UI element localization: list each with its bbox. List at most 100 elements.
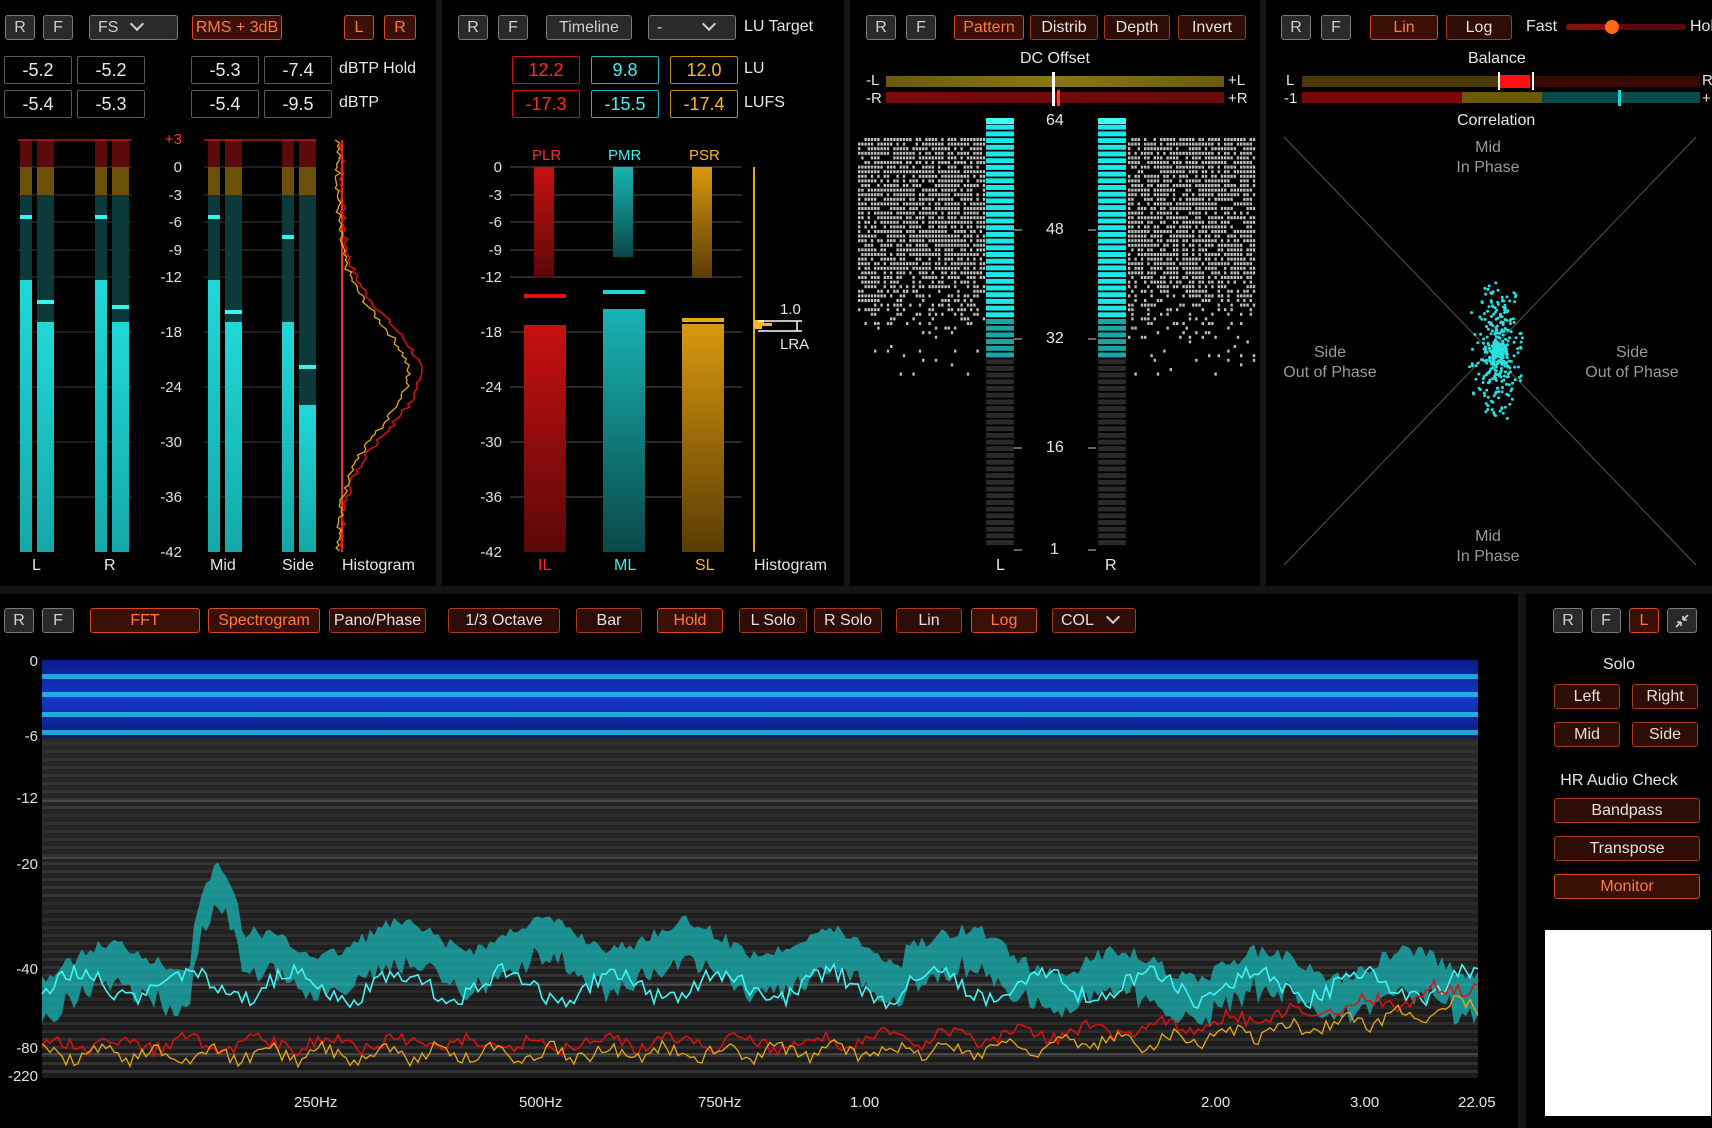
bit-dot: [915, 294, 918, 298]
bit-dot: [970, 308, 973, 312]
bit-dot: [1185, 174, 1188, 178]
bit-dot: [954, 220, 957, 224]
bit-dot: [928, 179, 931, 183]
bit-dot: [1195, 225, 1198, 229]
bit-dot: [893, 207, 896, 210]
bit-dot: [957, 257, 960, 261]
bit-dot: [1233, 276, 1236, 279]
bit-dot: [893, 156, 896, 160]
bit-dot: [1208, 179, 1211, 183]
bit-dot: [1198, 138, 1201, 141]
bit-dot: [922, 188, 925, 192]
bit-dot: [950, 138, 954, 141]
bit-dot: [973, 151, 976, 155]
bit-dot: [944, 188, 947, 192]
bit-dot: [1192, 280, 1195, 284]
freeze-button[interactable]: F: [1591, 608, 1621, 633]
bit-dot: [1195, 257, 1198, 261]
bit-dot: [1147, 220, 1150, 224]
bit-dot: [925, 165, 928, 169]
bit-dot: [950, 225, 954, 229]
bit-dot: [899, 197, 902, 201]
bit-dot: [1134, 193, 1137, 197]
bit-dot: [970, 207, 973, 210]
bit-dot: [1246, 294, 1249, 298]
bit-dot: [966, 317, 970, 321]
vector-dot: [1513, 300, 1517, 304]
bit-segment: [1098, 198, 1126, 204]
vector-dot: [1483, 394, 1487, 398]
bit-dot: [1227, 248, 1230, 252]
bit-dot: [1227, 243, 1230, 247]
bit-dot: [1198, 294, 1201, 298]
vector-dot: [1504, 382, 1508, 386]
transpose-button[interactable]: Transpose: [1554, 836, 1700, 861]
bit-dot: [877, 230, 880, 233]
bit-dot: [1134, 142, 1137, 146]
bit-dot: [944, 326, 947, 330]
bit-dot: [1195, 220, 1198, 224]
bit-dot: [896, 299, 899, 302]
bit-dot: [1169, 216, 1172, 220]
bit-dot: [925, 170, 928, 174]
bit-dot: [1156, 165, 1160, 169]
bit-dot: [1144, 317, 1147, 321]
bit-dot: [890, 211, 893, 215]
vector-dot: [1489, 321, 1493, 325]
bit-dot: [1201, 239, 1204, 243]
bit-dot: [1172, 239, 1176, 243]
left-button[interactable]: L: [1629, 608, 1659, 633]
bit-dot: [1182, 285, 1185, 289]
lu-scale-tick: -9: [488, 242, 502, 259]
collapse-button[interactable]: [1667, 608, 1697, 633]
correlation-bar-neg: [1302, 92, 1462, 103]
bit-dot: [867, 308, 870, 312]
solo-left-button[interactable]: Left: [1554, 684, 1620, 709]
bit-dot: [1252, 170, 1256, 174]
bit-dot: [1243, 216, 1246, 220]
bit-dot: [928, 253, 931, 256]
bit-dot: [1182, 165, 1185, 169]
bit-dot: [912, 184, 915, 187]
bit-dot: [1252, 179, 1256, 183]
bit-dot: [1204, 248, 1208, 252]
bit-dot: [1137, 179, 1140, 183]
bit-segment: [1098, 426, 1126, 432]
vector-dot: [1506, 328, 1510, 332]
bit-dot: [864, 165, 867, 169]
bit-dot: [1198, 142, 1201, 146]
bit-dot: [1140, 170, 1144, 174]
bit-dot: [893, 179, 896, 183]
vector-dot: [1478, 315, 1482, 319]
bit-dot: [1163, 289, 1166, 293]
solo-right-button[interactable]: Right: [1632, 684, 1698, 709]
bit-dot: [979, 207, 982, 210]
bit-dot: [1153, 280, 1156, 284]
bit-dot: [1172, 248, 1176, 252]
bit-dot: [966, 253, 970, 256]
solo-mid-button[interactable]: Mid: [1554, 722, 1620, 747]
vector-dot: [1498, 409, 1502, 413]
bandpass-button[interactable]: Bandpass: [1554, 798, 1700, 823]
solo-side-button[interactable]: Side: [1632, 722, 1698, 747]
bit-dot: [899, 271, 902, 275]
bit-dot: [979, 202, 982, 206]
spectrogram-stripe: [42, 838, 1478, 841]
bit-dot: [1243, 239, 1246, 243]
reset-button[interactable]: R: [1553, 608, 1583, 633]
bit-dot: [1179, 230, 1182, 233]
bit-dot: [1147, 184, 1150, 187]
bit-dot: [1214, 257, 1217, 261]
bit-dot: [1137, 262, 1140, 266]
bit-dot: [1163, 193, 1166, 197]
bit-dot: [941, 285, 944, 289]
vector-dot: [1500, 295, 1504, 299]
bit-dot: [1201, 308, 1204, 312]
bit-dot: [963, 234, 966, 238]
bit-dot: [1185, 151, 1188, 155]
monitor-button[interactable]: Monitor: [1554, 874, 1700, 899]
bit-dot: [922, 253, 925, 256]
bit-dot: [1140, 303, 1144, 307]
bit-dot: [931, 193, 934, 197]
bit-dot: [912, 165, 915, 169]
